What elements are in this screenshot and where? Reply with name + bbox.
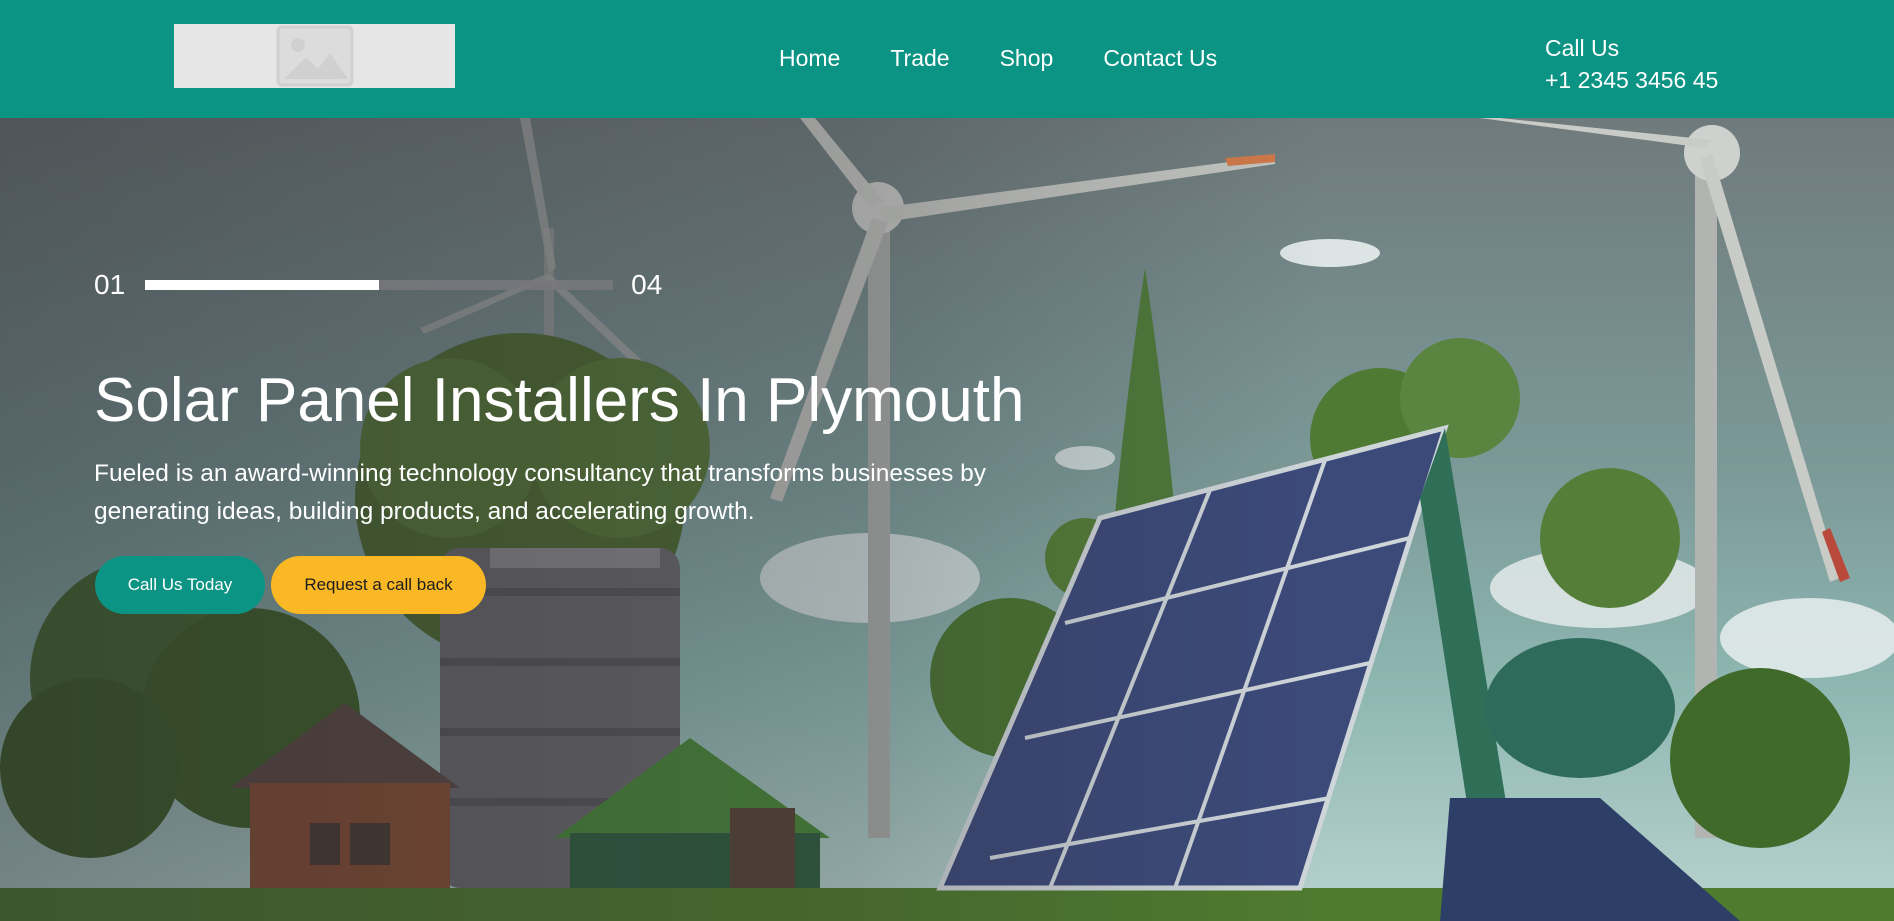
nav-home-link[interactable]: Home [779,44,840,72]
nav-shop-link[interactable]: Shop [1000,44,1054,72]
call-us-label: Call Us [1545,35,1620,61]
slide-current-number: 01 [94,269,126,300]
site-header: Home Trade Shop Contact Us Call Us +1 23… [0,0,1894,118]
nav-trade-link[interactable]: Trade [890,44,949,72]
site-logo[interactable] [174,24,455,88]
hero-section: 01 04 Solar Panel Installers In Plymouth… [0,118,1894,921]
request-call-back-button[interactable]: Request a call back [271,556,486,614]
call-us-block: Call Us +1 2345 3456 45 [1545,32,1718,96]
nav-contact-link[interactable]: Contact Us [1103,44,1217,72]
call-us-today-button[interactable]: Call Us Today [95,556,265,614]
phone-number[interactable]: +1 2345 3456 45 [1545,64,1718,96]
main-nav: Home Trade Shop Contact Us [779,44,1267,72]
hero-title: Solar Panel Installers In Plymouth [94,366,1025,435]
image-placeholder-icon [276,25,353,87]
slide-total-number: 04 [631,269,663,300]
slide-progress: 01 04 [94,269,662,301]
slide-progress-track[interactable] [145,280,614,290]
hero-description: Fueled is an award-winning technology co… [94,460,987,525]
slide-progress-fill [145,280,380,290]
